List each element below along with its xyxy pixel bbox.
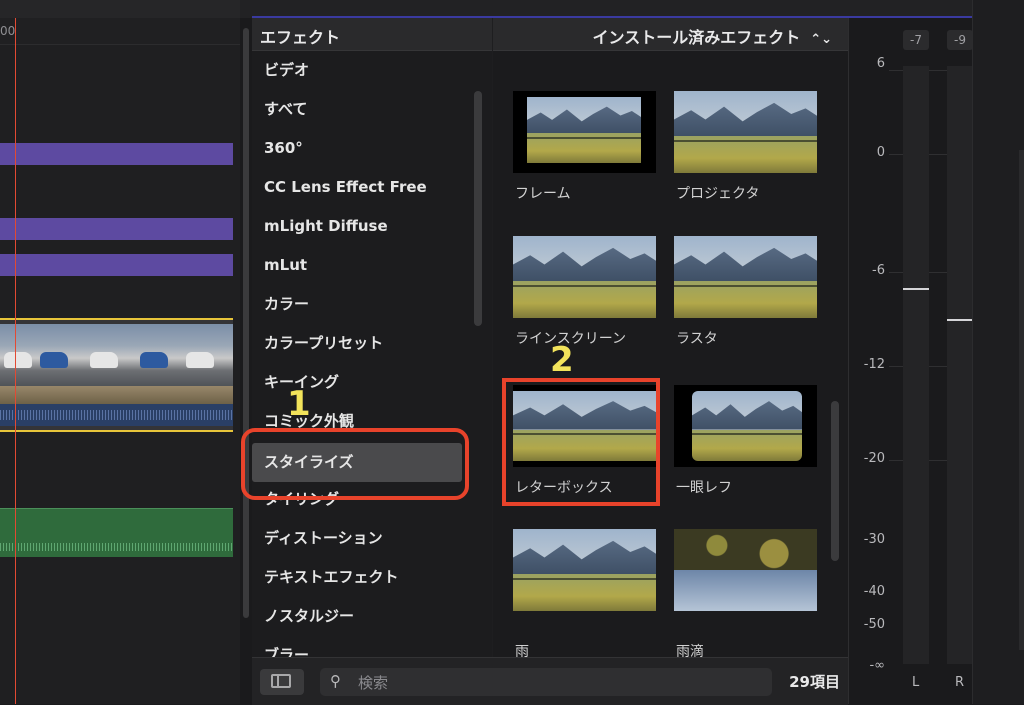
timeline-topbar bbox=[0, 0, 240, 18]
effect-label: ラスタ bbox=[676, 331, 718, 347]
effect-thumbnail bbox=[513, 236, 656, 318]
effect-label: 雨滴 bbox=[676, 644, 704, 657]
effect-tile-projector[interactable]: プロジェクタ bbox=[668, 91, 818, 221]
effect-label: 雨 bbox=[515, 644, 529, 657]
ruler-timecode: 00 bbox=[0, 24, 16, 38]
car-thumbnail bbox=[90, 352, 118, 368]
peak-right: -9 bbox=[947, 30, 973, 50]
video-clip[interactable] bbox=[0, 318, 233, 432]
title-clip[interactable] bbox=[0, 143, 233, 165]
panel-title: エフェクト bbox=[260, 28, 341, 47]
title-clip[interactable] bbox=[0, 254, 233, 276]
effect-tile-raster[interactable]: ラスタ bbox=[668, 236, 818, 366]
effect-tile-rain[interactable]: 雨 bbox=[507, 529, 657, 657]
effect-tile-frame[interactable]: フレーム bbox=[507, 91, 657, 221]
car-thumbnail bbox=[4, 352, 32, 368]
effect-label: 一眼レフ bbox=[676, 480, 732, 496]
meter-scale-label: -40 bbox=[863, 584, 885, 599]
meter-channel-left bbox=[903, 66, 929, 664]
level-marker-left bbox=[903, 287, 929, 290]
meter-scale-label: -12 bbox=[863, 357, 885, 372]
category-color[interactable]: カラー bbox=[252, 285, 470, 324]
meter-scale-label: 6 bbox=[876, 56, 885, 71]
effects-filter-select[interactable]: インストール済みエフェクト ⌃⌄ bbox=[593, 24, 832, 48]
video-clip-thumbnails bbox=[0, 324, 233, 386]
effect-tile-line-screen[interactable]: ラインスクリーン bbox=[507, 236, 657, 366]
category-list[interactable]: ビデオ すべて 360° CC Lens Effect Free mLight … bbox=[252, 51, 492, 657]
inspector-scrollbar[interactable] bbox=[1019, 150, 1024, 650]
car-thumbnail bbox=[140, 352, 168, 368]
audio-waveform bbox=[0, 410, 233, 420]
effect-tile-raindrops[interactable]: 雨滴 bbox=[668, 529, 818, 657]
effect-thumbnail bbox=[674, 529, 817, 611]
category-text-effects[interactable]: テキストエフェクト bbox=[252, 558, 470, 597]
category-color-presets[interactable]: カラープリセット bbox=[252, 324, 470, 363]
category-nostalgia[interactable]: ノスタルジー bbox=[252, 597, 470, 636]
timeline-scrollbar[interactable] bbox=[240, 18, 252, 704]
video-clip-ground bbox=[0, 386, 233, 404]
category-scrollbar[interactable] bbox=[474, 91, 482, 631]
effect-label: プロジェクタ bbox=[676, 186, 760, 202]
category-video[interactable]: ビデオ bbox=[252, 51, 470, 90]
meter-scale-label: -50 bbox=[863, 617, 885, 632]
search-input[interactable] bbox=[356, 671, 760, 695]
grid-scrollbar[interactable] bbox=[831, 401, 839, 561]
category-all[interactable]: すべて bbox=[252, 90, 470, 129]
music-clip[interactable] bbox=[0, 508, 233, 557]
peak-left: -7 bbox=[903, 30, 929, 50]
toolbar-strip bbox=[240, 0, 1024, 18]
car-thumbnail bbox=[40, 352, 68, 368]
audio-meter: -7 -9 6 0 -6 -12 -20 -30 -40 -50 -∞ L R bbox=[848, 18, 973, 704]
grid-header: インストール済みエフェクト ⌃⌄ bbox=[493, 18, 848, 51]
title-clip[interactable] bbox=[0, 218, 233, 240]
category-360[interactable]: 360° bbox=[252, 129, 470, 168]
category-keying[interactable]: キーイング bbox=[252, 363, 470, 402]
effect-label: フレーム bbox=[515, 186, 571, 202]
category-header: エフェクト bbox=[252, 18, 492, 51]
effect-thumbnail bbox=[513, 529, 656, 611]
channel-label-right: R bbox=[955, 675, 965, 690]
audio-waveform bbox=[0, 543, 233, 551]
meter-scale-label: -6 bbox=[872, 263, 885, 278]
chevron-updown-icon: ⌃⌄ bbox=[810, 32, 832, 47]
channel-label-left: L bbox=[912, 675, 920, 690]
effect-thumbnail bbox=[674, 91, 817, 173]
effect-thumbnail bbox=[513, 91, 656, 173]
category-blur[interactable]: ブラー bbox=[252, 636, 470, 657]
annotation-step-1: 1 bbox=[287, 384, 311, 424]
sidebar-layout-icon bbox=[271, 674, 291, 688]
annotation-step-2: 2 bbox=[550, 340, 574, 380]
meter-scale-label: -20 bbox=[863, 451, 885, 466]
search-icon: ⚲ bbox=[330, 672, 341, 690]
annotation-box-step-2 bbox=[502, 378, 660, 506]
browser-footer: ⚲ 29項目 bbox=[252, 657, 848, 705]
effect-thumbnail bbox=[674, 385, 817, 467]
meter-scale-label: -∞ bbox=[869, 658, 885, 673]
meter-scale-label: 0 bbox=[876, 145, 885, 160]
video-clip-audio bbox=[0, 404, 233, 426]
playhead[interactable] bbox=[15, 18, 16, 704]
inspector-edge bbox=[972, 0, 1024, 704]
level-marker-right bbox=[947, 319, 973, 321]
effect-tile-slr[interactable]: 一眼レフ bbox=[668, 385, 818, 515]
timeline-ruler[interactable] bbox=[0, 18, 240, 45]
meter-channel-right bbox=[947, 66, 973, 664]
effect-thumbnail bbox=[674, 236, 817, 318]
filter-select-label: インストール済みエフェクト bbox=[592, 28, 801, 47]
scrollbar-thumb[interactable] bbox=[243, 28, 249, 618]
scrollbar-thumb[interactable] bbox=[474, 91, 482, 326]
meter-scale-label: -30 bbox=[863, 532, 885, 547]
item-count: 29項目 bbox=[789, 673, 840, 691]
category-mlut[interactable]: mLut bbox=[252, 246, 470, 285]
timeline[interactable]: 00 bbox=[0, 0, 240, 704]
layout-toggle-button[interactable] bbox=[260, 669, 304, 695]
car-thumbnail bbox=[186, 352, 214, 368]
category-mlight[interactable]: mLight Diffuse bbox=[252, 207, 470, 246]
effects-grid[interactable]: フレーム プロジェクタ ラインスクリーン ラスタ レターボックス 一眼レフ 雨 … bbox=[493, 51, 848, 657]
annotation-box-step-1 bbox=[241, 428, 469, 500]
search-field[interactable]: ⚲ bbox=[320, 668, 772, 696]
category-cc-lens[interactable]: CC Lens Effect Free bbox=[252, 168, 470, 207]
category-distortion[interactable]: ディストーション bbox=[252, 519, 470, 558]
